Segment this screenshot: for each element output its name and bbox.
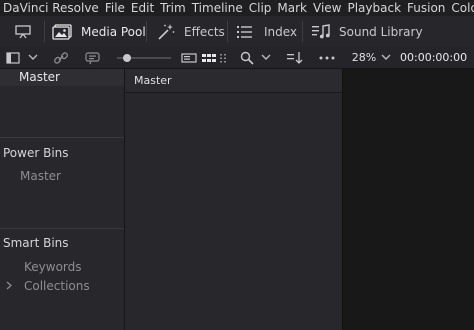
magic-wand-icon [156,23,176,41]
toolbar-divider [146,21,147,42]
menu-davinci-resolve[interactable]: DaVinci Resolve [3,1,99,15]
power-bins-title: Power Bins [3,146,69,160]
music-note-icon [311,23,331,40]
index-button[interactable]: Index [236,16,297,47]
effects-label: Effects [184,24,225,39]
sort-icon[interactable] [284,47,306,68]
toolbar-divider [227,21,228,42]
smart-bins-title: Smart Bins [3,236,69,250]
chevron-right-icon[interactable] [6,281,12,290]
toolbar-divider [302,21,303,42]
more-options-icon[interactable] [313,47,341,68]
toolbar-divider [44,21,45,42]
sidebar-toggle-icon[interactable] [2,47,24,68]
list-icon [236,25,254,39]
menu-timeline[interactable]: Timeline [192,1,243,15]
index-label: Index [264,24,298,39]
thumbnail-view-icon[interactable] [200,47,218,68]
link-icon[interactable] [50,47,72,68]
menu-fusion[interactable]: Fusion [407,1,445,15]
media-pool-subtoolbar: 28% 00:00:00:00 [0,47,474,69]
menu-view[interactable]: View [313,1,341,15]
chevron-down-icon[interactable] [378,47,394,68]
menu-clip[interactable]: Clip [249,1,272,15]
menu-edit[interactable]: Edit [131,1,154,15]
power-bins-master[interactable]: Master [20,169,61,183]
sound-library-label: Sound Library [339,24,423,39]
sound-library-button[interactable]: Sound Library [311,16,423,47]
section-divider [0,228,124,229]
list-view-icon[interactable] [217,47,229,68]
smart-bin-keywords[interactable]: Keywords [24,260,82,274]
media-pool-icon [52,23,72,40]
chevron-down-icon[interactable] [258,47,274,68]
zoom-level[interactable]: 28% [352,47,376,68]
menu-mark[interactable]: Mark [277,1,307,15]
monitor-icon[interactable] [10,16,36,47]
menu-trim[interactable]: Trim [160,1,186,15]
smart-bin-collections[interactable]: Collections [24,279,90,293]
chevron-down-icon[interactable] [24,47,42,68]
bin-master-row[interactable]: Master [0,69,124,86]
media-pool-header: Master [125,69,342,93]
source-viewer[interactable] [343,69,474,330]
media-pool-label: Media Pool [81,24,146,39]
clip-view-icon[interactable] [180,47,198,68]
menu-color[interactable]: Color [451,1,474,15]
metadata-tag-icon[interactable] [81,47,105,68]
timecode-display: 00:00:00:00 [400,51,468,64]
bin-list-panel: Master Power Bins Master Smart Bins Keyw… [0,69,125,330]
menu-file[interactable]: File [105,1,125,15]
section-divider [0,137,124,138]
menu-bar: DaVinci Resolve File Edit Trim Timeline … [0,0,474,16]
media-pool-contents[interactable]: Master [125,69,343,330]
workspace-toolbar: Media Pool Effects Index Sound Library [0,16,474,48]
media-pool-button[interactable]: Media Pool [52,16,146,47]
search-icon[interactable] [238,47,256,68]
effects-button[interactable]: Effects [156,16,225,47]
bin-master-label: Master [19,70,60,84]
thumbnail-size-slider[interactable] [110,47,172,68]
menu-playback[interactable]: Playback [347,1,401,15]
